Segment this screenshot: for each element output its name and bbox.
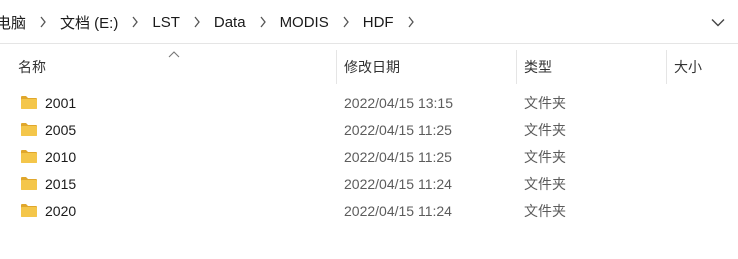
column-header-modified[interactable]: 修改日期: [344, 50, 514, 84]
file-row[interactable]: 2015 2022/04/15 11:24 文件夹: [0, 171, 738, 198]
chevron-right-icon[interactable]: [28, 0, 58, 44]
column-header-type-label: 类型: [524, 59, 552, 75]
address-bar[interactable]: 电脑 文档 (E:) LST Data MODIS HDF: [0, 0, 738, 44]
file-name: 2020: [45, 203, 77, 219]
file-name: 2001: [45, 95, 77, 111]
folder-icon: [21, 204, 37, 217]
file-type: 文件夹: [524, 95, 566, 111]
file-row[interactable]: 2005 2022/04/15 11:25 文件夹: [0, 117, 738, 144]
file-list: 2001 2022/04/15 13:15 文件夹 2005 2022/04/1…: [0, 90, 738, 225]
chevron-down-icon: [711, 18, 725, 26]
column-header-name[interactable]: 名称: [18, 50, 336, 84]
file-modified-date: 2022/04/15 11:25: [344, 149, 452, 165]
file-type: 文件夹: [524, 176, 566, 192]
column-header-modified-label: 修改日期: [344, 59, 400, 75]
chevron-right-icon[interactable]: [331, 0, 361, 44]
file-modified-date: 2022/04/15 11:24: [344, 176, 452, 192]
column-header-row: 名称 修改日期 类型 大小: [0, 50, 738, 84]
file-modified-date: 2022/04/15 11:25: [344, 122, 452, 138]
file-type: 文件夹: [524, 203, 566, 219]
column-divider[interactable]: [516, 50, 517, 84]
file-name: 2015: [45, 176, 77, 192]
column-header-size-label: 大小: [674, 59, 702, 75]
column-header-name-label: 名称: [18, 59, 46, 75]
chevron-right-icon[interactable]: [248, 0, 278, 44]
file-row[interactable]: 2010 2022/04/15 11:25 文件夹: [0, 144, 738, 171]
column-divider[interactable]: [666, 50, 667, 84]
file-name: 2005: [45, 122, 77, 138]
file-modified-date: 2022/04/15 13:15: [344, 95, 453, 111]
file-modified-date: 2022/04/15 11:24: [344, 203, 452, 219]
column-header-type[interactable]: 类型: [524, 50, 664, 84]
file-type: 文件夹: [524, 122, 566, 138]
folder-icon: [21, 150, 37, 163]
file-row[interactable]: 2001 2022/04/15 13:15 文件夹: [0, 90, 738, 117]
folder-icon: [21, 96, 37, 109]
breadcrumb-item-drive[interactable]: 文档 (E:): [58, 12, 120, 33]
column-header-size[interactable]: 大小: [674, 50, 734, 84]
chevron-right-icon[interactable]: [120, 0, 150, 44]
chevron-right-icon[interactable]: [182, 0, 212, 44]
file-name: 2010: [45, 149, 77, 165]
file-explorer-window: 电脑 文档 (E:) LST Data MODIS HDF 名称 修改日期 类型…: [0, 0, 738, 259]
breadcrumb: 电脑 文档 (E:) LST Data MODIS HDF: [0, 0, 426, 44]
file-row[interactable]: 2020 2022/04/15 11:24 文件夹: [0, 198, 738, 225]
breadcrumb-item-this-pc[interactable]: 电脑: [0, 12, 28, 33]
breadcrumb-item-modis[interactable]: MODIS: [278, 14, 331, 31]
chevron-right-icon[interactable]: [396, 0, 426, 44]
folder-icon: [21, 177, 37, 190]
breadcrumb-item-hdf[interactable]: HDF: [361, 14, 396, 31]
column-divider[interactable]: [336, 50, 337, 84]
folder-icon: [21, 123, 37, 136]
file-type: 文件夹: [524, 149, 566, 165]
address-history-dropdown-button[interactable]: [708, 12, 728, 32]
breadcrumb-item-data[interactable]: Data: [212, 14, 248, 31]
breadcrumb-item-lst[interactable]: LST: [150, 14, 182, 31]
